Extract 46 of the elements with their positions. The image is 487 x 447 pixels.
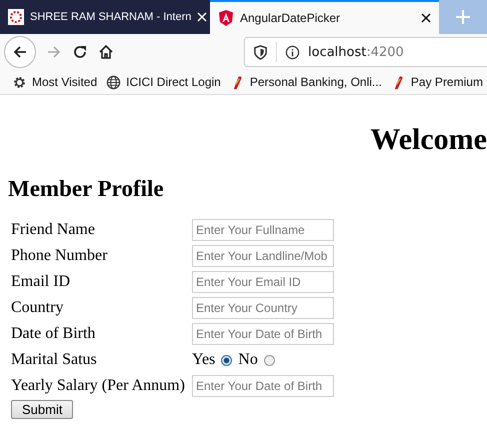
close-icon[interactable] — [421, 13, 431, 23]
submit-button[interactable]: Submit — [11, 400, 74, 419]
field-label: Date of Birth — [11, 325, 96, 343]
field-label: Phone Number — [11, 247, 108, 265]
input-field[interactable]: Enter Your Country — [192, 297, 334, 319]
gear-icon — [12, 74, 27, 90]
bookmark[interactable]: Personal Banking, Onli... — [230, 74, 382, 90]
input-field[interactable]: Enter Your Email ID — [192, 271, 334, 293]
bookmark-label: Most Visited — [32, 75, 98, 89]
back-button[interactable] — [4, 36, 36, 68]
page-heading: Welcome — [369, 123, 487, 157]
tab-title: SHREE RAM SHARNAM - Intern — [30, 11, 192, 23]
plus-icon — [456, 10, 470, 24]
field-label: Friend Name — [11, 221, 96, 239]
bookmark[interactable]: Most Visited — [12, 74, 98, 90]
input-field[interactable]: Enter Your Date of Birth — [192, 375, 334, 397]
bookmark-label: ICICI Direct Login — [126, 75, 221, 89]
field-label: Country — [11, 299, 64, 317]
address-bar[interactable]: localhost:4200 — [244, 37, 487, 67]
browser-tab[interactable]: AngularDatePicker — [210, 0, 439, 34]
site-logo-icon — [8, 9, 24, 25]
info-icon — [285, 44, 300, 60]
bookmark-label: Pay Premium — [410, 75, 483, 89]
field-label: Yearly Salary (Per Annum) — [11, 377, 186, 395]
form-title: Member Profile — [8, 175, 165, 203]
input-field[interactable]: Enter Your Date of Birth — [192, 323, 334, 345]
radio-button[interactable] — [264, 354, 275, 366]
bookmark-label: Personal Banking, Onli... — [250, 75, 382, 89]
input-field[interactable]: Enter Your Landline/Mob — [192, 245, 334, 267]
home-icon[interactable] — [98, 44, 114, 60]
tab-title: AngularDatePicker — [240, 11, 342, 25]
globe-icon — [106, 74, 122, 90]
shield-logo-icon — [218, 10, 234, 26]
back-arrow-icon — [12, 44, 28, 60]
radio-button[interactable] — [221, 354, 232, 366]
bookmark[interactable]: ICICI Direct Login — [106, 74, 221, 90]
radio-label: No — [238, 351, 258, 369]
shield-icon — [253, 44, 268, 60]
url-text: localhost:4200 — [308, 44, 404, 60]
bookmark[interactable]: Pay Premium — [390, 74, 483, 90]
field-label: Marital Satus — [11, 351, 98, 369]
field-label: Email ID — [11, 273, 72, 291]
browser-tab[interactable]: SHREE RAM SHARNAM - Intern — [0, 0, 210, 34]
input-field[interactable]: Enter Your Fullname — [192, 219, 334, 241]
radio-label: Yes — [192, 351, 216, 369]
reload-icon[interactable] — [72, 44, 88, 60]
